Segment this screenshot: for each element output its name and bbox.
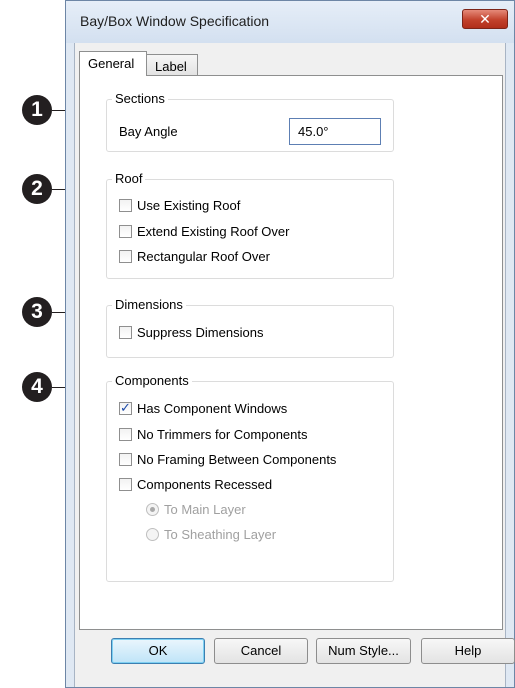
dialog-client: General Label Sections Bay Angle 45.0° R… [74,43,515,687]
radio-button-selected[interactable] [146,502,159,516]
components-recessed-checkbox[interactable]: Components Recessed [119,475,272,493]
checkbox-label: Extend Existing Roof Over [137,223,290,239]
ok-button[interactable]: OK [111,638,205,664]
roof-group: Roof Use Existing Roof Extend Existing R… [106,171,394,279]
radio-label: To Sheathing Layer [164,526,277,542]
checkbox-label: Suppress Dimensions [137,324,264,340]
title-bar[interactable]: Bay/Box Window Specification ✕ [66,1,514,43]
sections-group: Sections Bay Angle 45.0° [106,91,394,152]
bay-angle-input[interactable]: 45.0° [289,118,381,145]
close-button[interactable]: ✕ [462,9,508,29]
checkbox-box[interactable] [119,477,132,491]
callout-4: 4 [22,372,52,402]
checkbox-label: No Framing Between Components [137,451,337,467]
sections-group-title: Sections [112,91,168,107]
checkbox-box-checked[interactable] [119,400,132,416]
tab-label[interactable]: Label [146,54,198,76]
checkbox-box[interactable] [119,452,132,466]
help-button[interactable]: Help [421,638,515,664]
checkbox-box[interactable] [119,249,132,263]
checkbox-label: Use Existing Roof [137,197,241,213]
close-icon: ✕ [479,11,491,27]
window-title: Bay/Box Window Specification [80,13,270,29]
checkbox-box[interactable] [119,224,132,238]
to-main-layer-radio[interactable]: To Main Layer [146,500,246,518]
radio-button[interactable] [146,527,159,541]
no-framing-between-components-checkbox[interactable]: No Framing Between Components [119,450,336,468]
suppress-dimensions-checkbox[interactable]: Suppress Dimensions [119,323,263,341]
checkbox-box[interactable] [119,427,132,441]
tab-general[interactable]: General [79,51,147,76]
bay-angle-label: Bay Angle [119,123,178,139]
checkbox-label: Components Recessed [137,476,273,492]
no-trimmers-for-components-checkbox[interactable]: No Trimmers for Components [119,425,308,443]
to-sheathing-layer-radio[interactable]: To Sheathing Layer [146,525,276,543]
roof-group-title: Roof [112,171,146,187]
checkbox-label: Has Component Windows [137,400,288,416]
callout-2: 2 [22,174,52,204]
components-group: Components Has Component Windows No Trim… [106,373,394,582]
callout-1: 1 [22,95,52,125]
general-tab-panel: Sections Bay Angle 45.0° Roof Use Existi… [79,75,503,630]
has-component-windows-checkbox[interactable]: Has Component Windows [119,399,287,417]
checkbox-label: No Trimmers for Components [137,426,308,442]
num-style-button[interactable]: Num Style... [316,638,411,664]
dialog-window: Bay/Box Window Specification ✕ General L… [65,0,515,688]
dimensions-group-title: Dimensions [112,297,186,313]
use-existing-roof-checkbox[interactable]: Use Existing Roof [119,196,240,214]
checkbox-box[interactable] [119,325,132,339]
checkbox-box[interactable] [119,198,132,212]
dimensions-group: Dimensions Suppress Dimensions [106,297,394,358]
checkbox-label: Rectangular Roof Over [137,248,270,264]
radio-label: To Main Layer [164,501,246,517]
callout-3: 3 [22,297,52,327]
components-group-title: Components [112,373,192,389]
extend-existing-roof-over-checkbox[interactable]: Extend Existing Roof Over [119,222,289,240]
rectangular-roof-over-checkbox[interactable]: Rectangular Roof Over [119,247,270,265]
cancel-button[interactable]: Cancel [214,638,308,664]
